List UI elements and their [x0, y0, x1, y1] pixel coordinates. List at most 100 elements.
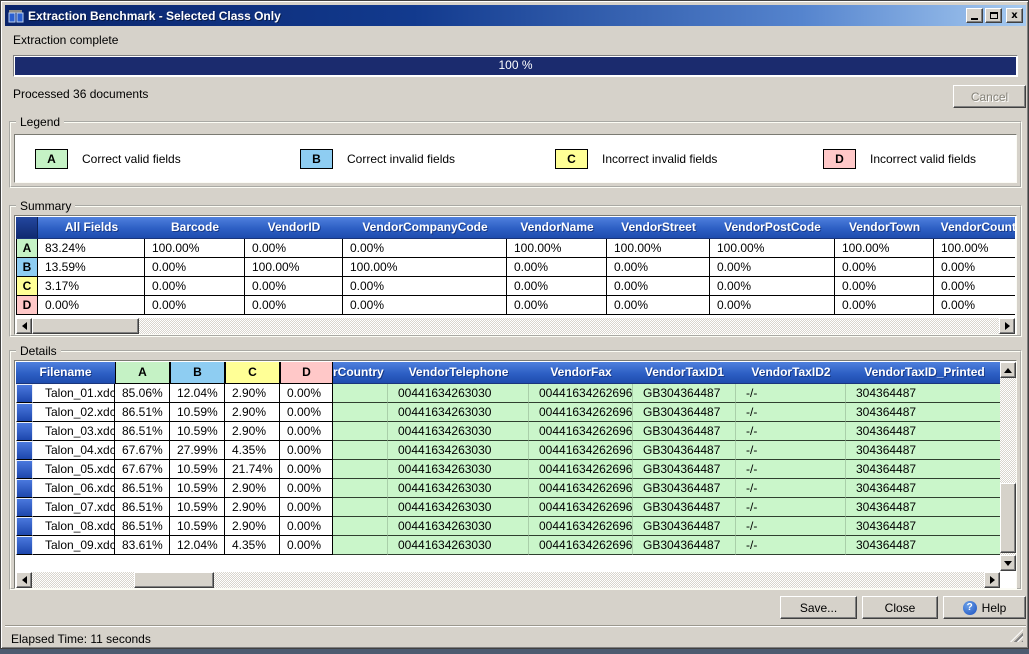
details-percent-cell: 86.51% — [115, 422, 170, 441]
details-scroll-down-button[interactable] — [1000, 555, 1016, 571]
summary-cell: 0.00% — [145, 258, 245, 277]
details-value-cell: 304364487 — [846, 441, 1002, 460]
help-icon: ? — [963, 601, 977, 615]
details-column-header-d: D — [280, 362, 333, 384]
close-button[interactable]: x — [1006, 8, 1023, 23]
legend-panel: ACorrect valid fieldsBCorrect invalid fi… — [14, 134, 1017, 183]
details-filename-cell: Talon_04.xdc — [33, 441, 115, 460]
details-row: Talon_09.xdc83.61%12.04%4.35%0.00%004416… — [16, 536, 1002, 555]
summary-column-header: VendorStreet — [607, 217, 710, 239]
summary-scroll-right-button[interactable] — [999, 318, 1015, 334]
details-value-cell: -/- — [736, 498, 846, 517]
details-percent-cell: 86.51% — [115, 479, 170, 498]
summary-cell: 0.00% — [343, 239, 507, 258]
details-row: Talon_08.xdc86.51%10.59%2.90%0.00%004416… — [16, 517, 1002, 536]
details-value-cell: 00441634262696 — [529, 441, 633, 460]
details-percent-cell: 4.35% — [225, 441, 280, 460]
details-value-cell: 00441634262696 — [529, 403, 633, 422]
summary-cell: 0.00% — [607, 296, 710, 315]
details-vscroll-track[interactable] — [1000, 378, 1016, 555]
arrow-right-icon — [990, 576, 995, 584]
details-column-header-filename: Filename — [16, 362, 115, 384]
summary-scroll-left-button[interactable] — [16, 318, 32, 334]
details-percent-cell: 0.00% — [280, 536, 333, 555]
row-selector[interactable] — [16, 479, 33, 498]
summary-hscroll-thumb[interactable] — [32, 318, 139, 334]
details-percent-cell: 27.99% — [170, 441, 225, 460]
summary-cell: 0.00% — [145, 277, 245, 296]
maximize-button[interactable] — [985, 8, 1002, 23]
summary-cell: 100.00% — [507, 239, 607, 258]
details-value-cell: GB304364487 — [633, 479, 736, 498]
summary-cell: 100.00% — [934, 239, 1015, 258]
details-value-cell — [333, 460, 388, 479]
details-hscroll-track[interactable] — [32, 572, 984, 588]
help-button[interactable]: ? Help — [943, 596, 1026, 619]
details-scroll-up-button[interactable] — [1000, 362, 1016, 378]
details-percent-cell: 0.00% — [280, 460, 333, 479]
legend-swatch-b: B — [300, 149, 333, 169]
summary-cell: 0.00% — [607, 258, 710, 277]
details-vscrollbar[interactable] — [1000, 362, 1016, 571]
row-selector[interactable] — [16, 441, 33, 460]
summary-cell: 100.00% — [245, 258, 343, 277]
cancel-button[interactable]: Cancel — [953, 85, 1026, 108]
legend-label: Incorrect valid fields — [870, 152, 976, 166]
details-percent-cell: 2.90% — [225, 498, 280, 517]
details-value-cell: 00441634262696 — [529, 460, 633, 479]
minimize-button[interactable] — [966, 8, 983, 23]
summary-title: Summary — [16, 199, 75, 213]
save-button[interactable]: Save... — [780, 596, 857, 619]
arrow-down-icon — [1004, 561, 1012, 566]
row-selector[interactable] — [16, 517, 33, 536]
details-hscroll-thumb[interactable] — [134, 572, 214, 588]
app-icon — [8, 9, 24, 23]
details-value-cell: 00441634263030 — [388, 441, 529, 460]
title-bar[interactable]: Extraction Benchmark - Selected Class On… — [5, 5, 1026, 26]
row-selector[interactable] — [16, 536, 33, 555]
summary-row-label-c: C — [16, 277, 38, 296]
row-selector[interactable] — [16, 384, 33, 403]
details-percent-cell: 0.00% — [280, 403, 333, 422]
row-selector[interactable] — [16, 460, 33, 479]
details-percent-cell: 0.00% — [280, 479, 333, 498]
details-groupbox: Details FilenameABCDrCountryVendorTeleph… — [9, 350, 1022, 590]
maximize-icon — [990, 12, 998, 19]
row-selector[interactable] — [16, 403, 33, 422]
summary-cell: 0.00% — [710, 296, 835, 315]
details-percent-cell: 67.67% — [115, 441, 170, 460]
arrow-up-icon — [1004, 368, 1012, 373]
legend-item: CIncorrect invalid fields — [555, 149, 717, 169]
details-percent-cell: 67.67% — [115, 460, 170, 479]
details-value-cell: 304364487 — [846, 536, 1002, 555]
details-hscrollbar[interactable] — [16, 572, 1000, 588]
screen: Extraction Benchmark - Selected Class On… — [0, 0, 1029, 654]
legend-swatch-d: D — [823, 149, 856, 169]
extraction-status-label: Extraction complete — [13, 33, 118, 47]
summary-hscroll-track[interactable] — [32, 318, 999, 334]
details-header-row: FilenameABCDrCountryVendorTelephoneVendo… — [16, 362, 1002, 384]
details-value-cell — [333, 479, 388, 498]
details-value-cell: 304364487 — [846, 460, 1002, 479]
details-value-cell: 00441634262696 — [529, 517, 633, 536]
summary-hscrollbar[interactable] — [16, 318, 1015, 334]
legend-label: Incorrect invalid fields — [602, 152, 717, 166]
summary-cell: 0.00% — [507, 258, 607, 277]
close-dialog-button[interactable]: Close — [862, 596, 938, 619]
resize-grip[interactable] — [1010, 629, 1023, 642]
details-value-cell: 00441634263030 — [388, 498, 529, 517]
summary-cell: 0.00% — [835, 296, 934, 315]
summary-cell: 0.00% — [934, 296, 1015, 315]
summary-row-label-d: D — [16, 296, 38, 315]
row-selector[interactable] — [16, 498, 33, 517]
row-selector[interactable] — [16, 422, 33, 441]
details-value-cell: -/- — [736, 422, 846, 441]
save-button-label: Save... — [800, 598, 837, 618]
details-percent-cell: 10.59% — [170, 460, 225, 479]
details-vscroll-thumb[interactable] — [1000, 483, 1016, 553]
details-value-cell: 00441634263030 — [388, 403, 529, 422]
details-percent-cell: 2.90% — [225, 403, 280, 422]
legend-label: Correct valid fields — [82, 152, 181, 166]
details-scroll-left-button[interactable] — [16, 572, 32, 588]
details-scroll-right-button[interactable] — [984, 572, 1000, 588]
